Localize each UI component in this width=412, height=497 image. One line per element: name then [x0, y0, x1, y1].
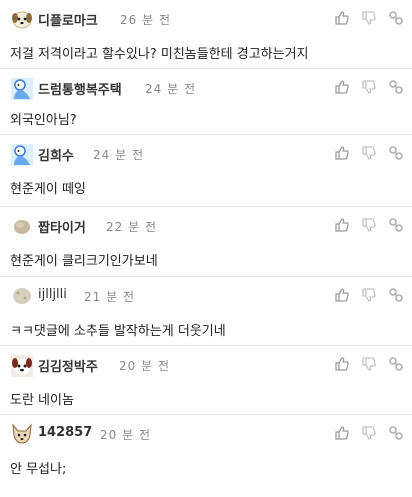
comment-time: 20 분 전 [119, 359, 170, 373]
comment-header: 드럼통행복주택 24 분 전 [10, 75, 404, 101]
link-icon[interactable] [388, 10, 404, 26]
comment-text: 도란 네이놈 [10, 393, 74, 408]
comment-text: 안 무섭나; [10, 462, 67, 477]
blue-figure-icon[interactable] [10, 143, 34, 166]
thumbs-up-icon[interactable] [334, 425, 350, 441]
thumbs-up-icon[interactable] [334, 145, 350, 161]
comment-header: 짭타이거 22 분 전 [10, 213, 404, 239]
comment-header: 김희수 24 분 전 [10, 141, 404, 167]
comment-time: 24 분 전 [145, 82, 196, 96]
round-blob-icon[interactable] [10, 285, 34, 307]
blue-figure-icon[interactable] [10, 77, 34, 100]
thumbs-up-icon[interactable] [334, 356, 350, 372]
fox-face-icon[interactable] [10, 423, 34, 445]
comment-header: 디플로마크 26 분 전 [10, 6, 404, 32]
comment-actions [334, 217, 404, 235]
commenter-nickname[interactable]: 김희수 [38, 145, 74, 164]
link-icon[interactable] [388, 356, 404, 372]
comment-actions [334, 356, 404, 374]
puppy-face-icon[interactable] [10, 8, 34, 30]
link-icon[interactable] [388, 217, 404, 233]
comment-time: 26 분 전 [120, 13, 171, 27]
comment-item: 김희수 24 분 전 현준게이 떼잉 [0, 135, 412, 207]
thumbs-down-icon[interactable] [361, 10, 377, 26]
link-icon[interactable] [388, 425, 404, 441]
comment-text: 현준게이 클리크기인가보네 [10, 254, 158, 269]
thumbs-down-icon[interactable] [361, 425, 377, 441]
comment-time: 20 분 전 [100, 428, 151, 442]
round-blob-icon[interactable] [10, 215, 34, 237]
commenter-nickname[interactable]: 김김정박주 [38, 356, 98, 375]
dog-face-icon[interactable] [10, 354, 34, 377]
thumbs-up-icon[interactable] [334, 287, 350, 303]
link-icon[interactable] [388, 287, 404, 303]
comment-item: 디플로마크 26 분 전 저걸 저격이라고 할수있나? 미친놈들한테 경고하는거… [0, 0, 412, 69]
comment-actions [334, 79, 404, 97]
comment-actions [334, 10, 404, 28]
comment-header: 142857 20 분 전 [10, 421, 404, 447]
comment-text: ㅋㅋ댓글에 소추들 발작하는게 더웃기네 [10, 324, 226, 339]
thumbs-up-icon[interactable] [334, 10, 350, 26]
commenter-nickname[interactable]: 드럼통행복주택 [38, 79, 122, 98]
thumbs-down-icon[interactable] [361, 79, 377, 95]
comment-header: ijlljlli 21 분 전 [10, 283, 404, 309]
link-icon[interactable] [388, 79, 404, 95]
comment-time: 21 분 전 [84, 290, 135, 304]
link-icon[interactable] [388, 145, 404, 161]
commenter-nickname[interactable]: ijlljlli [38, 287, 67, 302]
comment-actions [334, 145, 404, 163]
thumbs-down-icon[interactable] [361, 145, 377, 161]
comment-text: 저걸 저격이라고 할수있나? 미친놈들한테 경고하는거지 [10, 47, 309, 62]
comment-item: 142857 20 분 전 안 무섭나; [0, 415, 412, 482]
thumbs-up-icon[interactable] [334, 217, 350, 233]
comment-text: 현준게이 떼잉 [10, 182, 86, 197]
comment-text: 외국인아님? [10, 113, 77, 128]
comment-item: ijlljlli 21 분 전 ㅋㅋ댓글에 소추들 발작하는게 더웃기네 [0, 277, 412, 346]
comment-actions [334, 287, 404, 305]
comment-actions [334, 425, 404, 443]
comment-item: 드럼통행복주택 24 분 전 외국인아님? [0, 69, 412, 135]
commenter-nickname[interactable]: 디플로마크 [38, 10, 98, 29]
thumbs-up-icon[interactable] [334, 79, 350, 95]
thumbs-down-icon[interactable] [361, 287, 377, 303]
comment-item: 김김정박주 20 분 전 도란 네이놈 [0, 346, 412, 415]
commenter-nickname[interactable]: 142857 [38, 425, 92, 440]
thumbs-down-icon[interactable] [361, 217, 377, 233]
comment-header: 김김정박주 20 분 전 [10, 352, 404, 378]
comment-item: 짭타이거 22 분 전 현준게이 클리크기인가보네 [0, 207, 412, 277]
comment-time: 22 분 전 [106, 220, 157, 234]
comment-list: 디플로마크 26 분 전 저걸 저격이라고 할수있나? 미친놈들한테 경고하는거… [0, 0, 412, 482]
commenter-nickname[interactable]: 짭타이거 [38, 217, 86, 236]
thumbs-down-icon[interactable] [361, 356, 377, 372]
comment-time: 24 분 전 [93, 148, 144, 162]
